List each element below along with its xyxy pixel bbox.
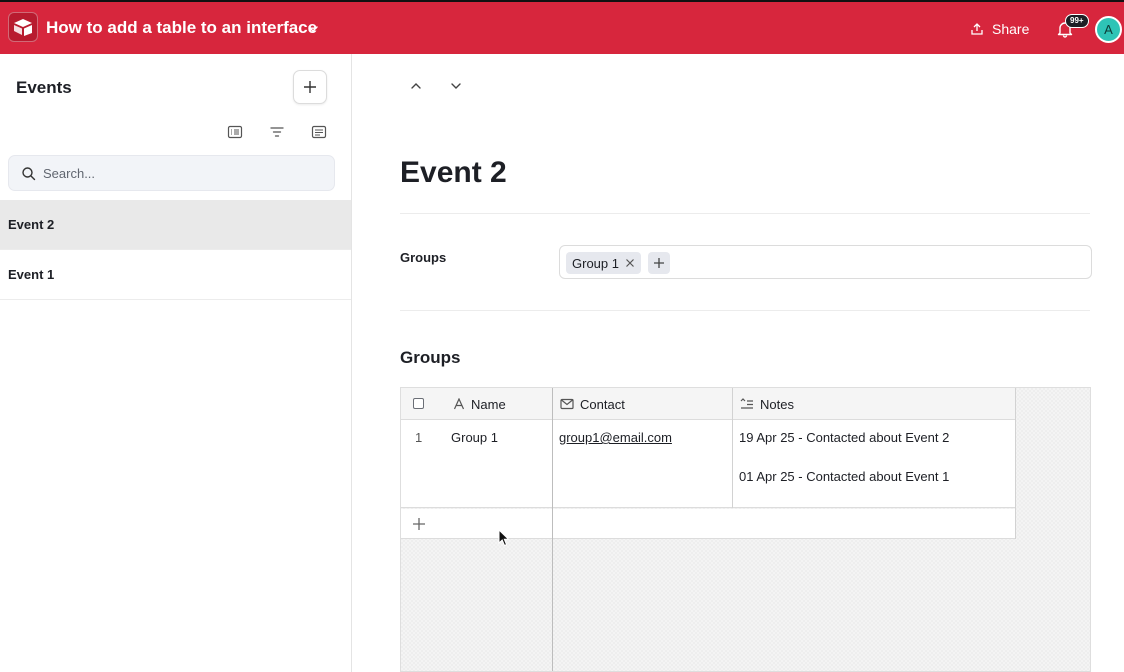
sidebar-title: Events — [16, 78, 72, 97]
cell-notes-line-2[interactable]: 01 Apr 25 - Contacted about Event 1 — [739, 469, 949, 484]
previous-record-icon[interactable] — [408, 78, 424, 94]
cell-notes-line-1[interactable]: 19 Apr 25 - Contacted about Event 2 — [739, 430, 949, 445]
plus-icon — [304, 81, 316, 93]
grid-header: Name Contact Notes — [401, 388, 1016, 420]
chevron-down-icon[interactable] — [306, 22, 320, 36]
base-title[interactable]: How to add a table to an interface — [46, 18, 317, 38]
table-section-title: Groups — [400, 348, 461, 367]
remove-x-icon[interactable] — [625, 258, 635, 268]
table-row[interactable]: 1 Group 1 group1@email.com 19 Apr 25 - C… — [401, 420, 1016, 508]
long-text-icon — [740, 398, 753, 409]
primary-column-divider — [552, 388, 553, 671]
select-all-checkbox[interactable] — [413, 398, 424, 409]
share-label: Share — [992, 21, 1030, 37]
share-button[interactable]: Share — [970, 18, 1029, 40]
filter-icon[interactable] — [269, 124, 285, 140]
linked-record-chip[interactable]: Group 1 — [566, 252, 641, 274]
groups-field-label: Groups — [400, 250, 447, 265]
mouse-pointer-icon — [498, 529, 510, 547]
list-item-event-2[interactable]: Event 2 — [0, 200, 351, 250]
column-divider — [1015, 388, 1016, 539]
list-view-icon[interactable] — [227, 124, 243, 140]
search-icon — [22, 167, 36, 181]
app-logo-icon[interactable] — [8, 12, 38, 42]
row-number: 1 — [415, 430, 423, 445]
list-item-event-1[interactable]: Event 1 — [0, 250, 351, 300]
search-input[interactable] — [41, 163, 321, 183]
column-divider — [732, 388, 733, 508]
column-header-contact[interactable]: Contact — [560, 388, 625, 420]
text-field-icon — [453, 398, 465, 410]
plus-icon — [654, 258, 664, 268]
settings-list-icon[interactable] — [311, 124, 327, 140]
plus-icon — [413, 518, 425, 530]
add-linked-record-button[interactable] — [648, 252, 670, 274]
email-icon — [560, 398, 574, 410]
column-header-name[interactable]: Name — [453, 388, 506, 420]
add-record-button[interactable] — [293, 70, 327, 104]
column-notes-label: Notes — [760, 396, 794, 412]
next-record-icon[interactable] — [448, 78, 464, 94]
top-bar: How to add a table to an interface Share… — [0, 0, 1124, 54]
notification-count-badge: 99+ — [1065, 14, 1089, 28]
column-contact-label: Contact — [580, 396, 625, 412]
cell-contact-email[interactable]: group1@email.com — [559, 430, 672, 445]
column-header-notes[interactable]: Notes — [740, 388, 794, 420]
chip-label: Group 1 — [572, 255, 619, 271]
column-name-label: Name — [471, 396, 506, 412]
groups-linked-field[interactable]: Group 1 — [559, 245, 1092, 279]
share-icon — [971, 23, 983, 35]
cell-name[interactable]: Group 1 — [451, 430, 498, 445]
divider — [400, 213, 1090, 214]
divider — [400, 310, 1090, 311]
sidebar: Events Event 2 Event 1 — [0, 54, 352, 672]
record-detail: Event 2 Groups Group 1 Groups Name Conta… — [352, 54, 1124, 672]
user-avatar[interactable]: A — [1095, 16, 1122, 43]
record-title: Event 2 — [400, 156, 507, 189]
search-box[interactable] — [8, 155, 335, 191]
add-row-button[interactable] — [401, 509, 1016, 539]
